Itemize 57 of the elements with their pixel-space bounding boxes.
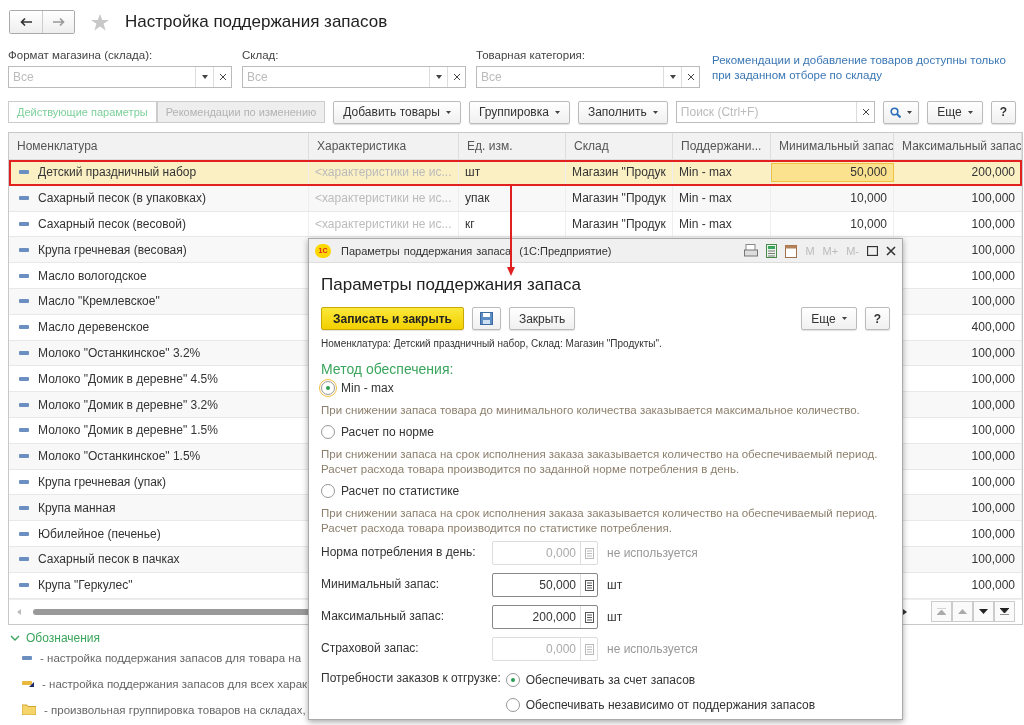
table-cell: Молоко "Останкинское" 3.2% xyxy=(38,345,201,360)
item-info-text: Номенклатура: Детский праздничный набор, Склад: Магазин "Продукты". xyxy=(321,338,663,349)
unit-text: не используется xyxy=(607,545,698,562)
table-cell: Юбилейное (печенье) xyxy=(38,526,161,541)
field-label: Страховой запас: xyxy=(321,641,420,655)
table-cell: Молоко "Домик в деревне" 3.2% xyxy=(38,397,218,412)
method-description: При снижении запаса товара до минимального количества заказывается максимальное количество. xyxy=(321,403,861,418)
table-cell: Детский праздничный набор xyxy=(38,165,197,180)
filter-label: Формат магазина (склада): xyxy=(8,49,154,61)
table-cell: 10,000 xyxy=(771,185,894,211)
section-heading: Метод обеспечения: xyxy=(321,361,455,377)
legend-text: - настройка поддержания запасов для всех харак xyxy=(42,677,308,690)
table-cell: 50,000 xyxy=(771,163,894,182)
table-cell: Крупа гречневая (весовая) xyxy=(38,242,187,257)
dialog-heading: Параметры поддержания запаса xyxy=(321,275,582,295)
table-cell: 100,000 xyxy=(894,211,1022,237)
method-description: При снижении запаса на срок исполнения заказа заказывается количество на обеспечиваемый период. Расчет расхода товара производится по заданной норме потребления в день. xyxy=(321,447,879,477)
table-cell: кг xyxy=(459,211,566,237)
table-cell: Min - max xyxy=(673,211,771,237)
legend-text: - произвольная группировка товаров на складах, xyxy=(44,703,306,716)
table-cell: <характеристики не ис... xyxy=(309,211,459,237)
filter-label: Товарная категория: xyxy=(476,49,586,61)
table-cell: 100,000 xyxy=(894,185,1022,211)
field-label: Минимальный запас: xyxy=(321,577,441,591)
table-cell: Min - max xyxy=(673,185,771,211)
table-cell: Масло деревенское xyxy=(38,320,150,335)
table-cell: Магазин "Продук xyxy=(566,185,673,211)
unit-text: шт xyxy=(607,609,623,626)
table-cell: <характеристики не ис... xyxy=(309,185,459,211)
table-cell: Магазин "Продук xyxy=(566,211,673,237)
legend-text: - настройка поддержания запасов для товара на xyxy=(40,651,302,664)
table-cell: Молоко "Домик в деревне" 4.5% xyxy=(38,371,218,386)
unit-text: не используется xyxy=(607,641,698,658)
table-cell: Сахарный песок (в упаковках) xyxy=(38,191,207,206)
field-label: Потребности заказов к отгрузке: xyxy=(321,671,501,687)
table-cell: Молоко "Домик в деревне" 1.5% xyxy=(38,423,218,438)
table-cell: Сахарный песок в пачках xyxy=(38,552,180,567)
field-label: Норма потребления в день: xyxy=(321,545,477,559)
table-cell: Молоко "Останкинское" 1.5% xyxy=(38,449,201,464)
table-cell: 200,000 xyxy=(894,160,1022,185)
field-label: Максимальный запас: xyxy=(321,609,446,623)
table-cell: 10,000 xyxy=(771,211,894,237)
table-cell: Масло "Кремлевское" xyxy=(38,294,160,309)
table-cell: <характеристики не ис... xyxy=(309,160,459,185)
filter-label: Склад: xyxy=(242,49,280,61)
window-title: Настройка поддержания запасов xyxy=(125,12,388,32)
table-cell: шт xyxy=(459,160,566,185)
dialog-title: Параметры поддержания запаса (1С:Предприятие) xyxy=(341,244,612,257)
method-description: При снижении запаса на срок исполнения заказа заказывается количество на обеспечиваемый период. Расчет расхода товара производится по статистике потребления. xyxy=(321,506,879,536)
unit-text: шт xyxy=(607,577,623,594)
table-cell: Крупа манная xyxy=(38,500,116,515)
table-cell: Сахарный песок (весовой) xyxy=(38,217,186,231)
table-cell: Магазин "Продук xyxy=(566,160,673,185)
table-cell: упак xyxy=(459,185,566,211)
table-cell: Крупа гречневая (упак) xyxy=(38,474,167,489)
table-cell: Масло вологодское xyxy=(38,268,147,283)
table-cell: Крупа "Геркулес" xyxy=(38,578,133,593)
